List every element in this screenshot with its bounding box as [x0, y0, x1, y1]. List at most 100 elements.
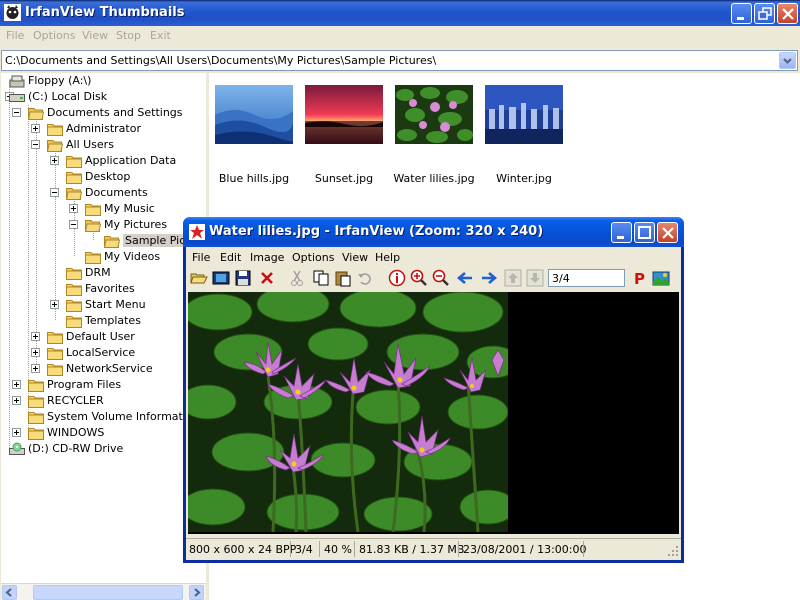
tree-item[interactable]: Default User: [1, 329, 206, 345]
tree-horizontal-scrollbar[interactable]: [1, 583, 206, 600]
viewer-menu-image[interactable]: Image: [250, 251, 284, 264]
paint-icon[interactable]: [652, 269, 670, 287]
minimize-button[interactable]: [731, 3, 752, 24]
tree-item[interactable]: Documents: [1, 185, 206, 201]
folder-tree[interactable]: Floppy (A:\) (C:) Local Disk Documents a…: [1, 73, 206, 583]
tree-item[interactable]: All Users: [1, 137, 206, 153]
menu-bar: File Options View Stop Exit: [0, 26, 800, 46]
tree-item[interactable]: Favorites: [1, 281, 206, 297]
collapse-toggle[interactable]: [69, 220, 78, 229]
viewer-minimize-button[interactable]: [611, 222, 632, 243]
restore-button[interactable]: [754, 3, 775, 24]
menu-file[interactable]: File: [6, 29, 24, 42]
viewer-menu-help[interactable]: Help: [375, 251, 400, 264]
collapse-toggle[interactable]: [50, 188, 59, 197]
folder-icon: [28, 409, 44, 425]
expand-toggle[interactable]: [12, 380, 21, 389]
previous-image-icon[interactable]: [456, 269, 474, 287]
info-icon[interactable]: [388, 269, 406, 287]
tree-item[interactable]: Desktop: [1, 169, 206, 185]
folder-icon: [66, 313, 82, 329]
zoom-in-icon[interactable]: [410, 269, 428, 287]
tree-label: Favorites: [85, 282, 135, 295]
copy-icon[interactable]: [312, 269, 330, 287]
status-divider: [354, 541, 355, 557]
tree-item[interactable]: Sample Pictures: [1, 233, 206, 249]
expand-toggle[interactable]: [50, 300, 59, 309]
image-canvas[interactable]: [188, 292, 679, 534]
menu-view[interactable]: View: [82, 29, 108, 42]
folder-icon: [47, 348, 63, 360]
tree-item[interactable]: LocalService: [1, 345, 206, 361]
tree-item[interactable]: WINDOWS: [1, 425, 206, 441]
viewer-menu-edit[interactable]: Edit: [220, 251, 241, 264]
viewer-menu-view[interactable]: View: [342, 251, 368, 264]
collapse-toggle[interactable]: [12, 108, 21, 117]
tree-item[interactable]: System Volume Information: [1, 409, 206, 425]
scroll-thumb[interactable]: [33, 585, 183, 600]
viewer-maximize-button[interactable]: [634, 222, 655, 243]
folder-icon: [28, 425, 44, 441]
tree-item-d-drive[interactable]: (D:) CD-RW Drive: [1, 441, 206, 457]
scroll-right-button[interactable]: [189, 585, 204, 600]
slideshow-icon[interactable]: [212, 269, 230, 287]
status-divider: [290, 541, 291, 557]
save-icon[interactable]: [234, 269, 252, 287]
tree-item[interactable]: My Music: [1, 201, 206, 217]
page-number-field[interactable]: 3/4: [548, 269, 625, 287]
path-combobox[interactable]: C:\Documents and Settings\All Users\Docu…: [1, 50, 798, 71]
tree-item-c-drive[interactable]: (C:) Local Disk: [1, 89, 206, 105]
title-bar[interactable]: IrfanView Thumbnails: [0, 0, 800, 26]
zoom-out-icon[interactable]: [432, 269, 450, 287]
expand-toggle[interactable]: [69, 204, 78, 213]
thumbnail-water-lilies[interactable]: Water lilies.jpg: [389, 85, 479, 195]
tree-item[interactable]: DRM: [1, 265, 206, 281]
menu-stop[interactable]: Stop: [116, 29, 141, 42]
tree-item-floppy[interactable]: Floppy (A:\): [1, 73, 206, 89]
tree-item[interactable]: Program Files: [1, 377, 206, 393]
resize-grip-icon[interactable]: [667, 545, 679, 557]
scroll-left-button[interactable]: [2, 585, 17, 600]
thumbnail-sunset[interactable]: Sunset.jpg: [299, 85, 389, 195]
menu-exit[interactable]: Exit: [150, 29, 171, 42]
folder-open-icon: [104, 236, 120, 248]
arrow-right-icon: [194, 588, 201, 597]
tree-item[interactable]: RECYCLER: [1, 393, 206, 409]
tree-label: WINDOWS: [47, 426, 105, 439]
print-p-icon[interactable]: P: [630, 269, 648, 287]
expand-toggle[interactable]: [31, 124, 40, 133]
thumbnail-winter[interactable]: Winter.jpg: [479, 85, 569, 195]
viewer-menu-file[interactable]: File: [192, 251, 210, 264]
viewer-menu-options[interactable]: Options: [292, 251, 334, 264]
expand-toggle[interactable]: [12, 428, 21, 437]
tree-item[interactable]: My Videos: [1, 249, 206, 265]
expand-toggle[interactable]: [31, 332, 40, 341]
expand-toggle[interactable]: [50, 156, 59, 165]
tree-item[interactable]: Administrator: [1, 121, 206, 137]
path-dropdown-button[interactable]: [779, 52, 796, 69]
thumbnail-blue-hills[interactable]: Blue hills.jpg: [209, 85, 299, 195]
menu-options[interactable]: Options: [33, 29, 75, 42]
expand-toggle[interactable]: [31, 364, 40, 373]
tree-item[interactable]: Documents and Settings: [1, 105, 206, 121]
paste-icon[interactable]: [334, 269, 352, 287]
next-image-icon[interactable]: [480, 269, 498, 287]
tree-item[interactable]: Start Menu: [1, 297, 206, 313]
tree-item[interactable]: NetworkService: [1, 361, 206, 377]
folder-icon: [28, 412, 44, 424]
tree-item[interactable]: My Pictures: [1, 217, 206, 233]
folder-icon: [85, 249, 101, 265]
tree-label: (C:) Local Disk: [28, 90, 108, 103]
collapse-toggle[interactable]: [31, 140, 40, 149]
viewer-title-bar[interactable]: Water lilies.jpg - IrfanView (Zoom: 320 …: [183, 217, 684, 247]
close-button[interactable]: [777, 3, 798, 24]
expand-toggle[interactable]: [12, 396, 21, 405]
delete-icon[interactable]: [258, 269, 276, 287]
open-folder-icon[interactable]: [190, 269, 208, 287]
tree-item[interactable]: Templates: [1, 313, 206, 329]
expand-toggle[interactable]: [31, 348, 40, 357]
viewer-close-button[interactable]: [657, 222, 678, 243]
tree-item[interactable]: Application Data: [1, 153, 206, 169]
folder-icon: [47, 364, 63, 376]
status-divider: [583, 541, 584, 557]
